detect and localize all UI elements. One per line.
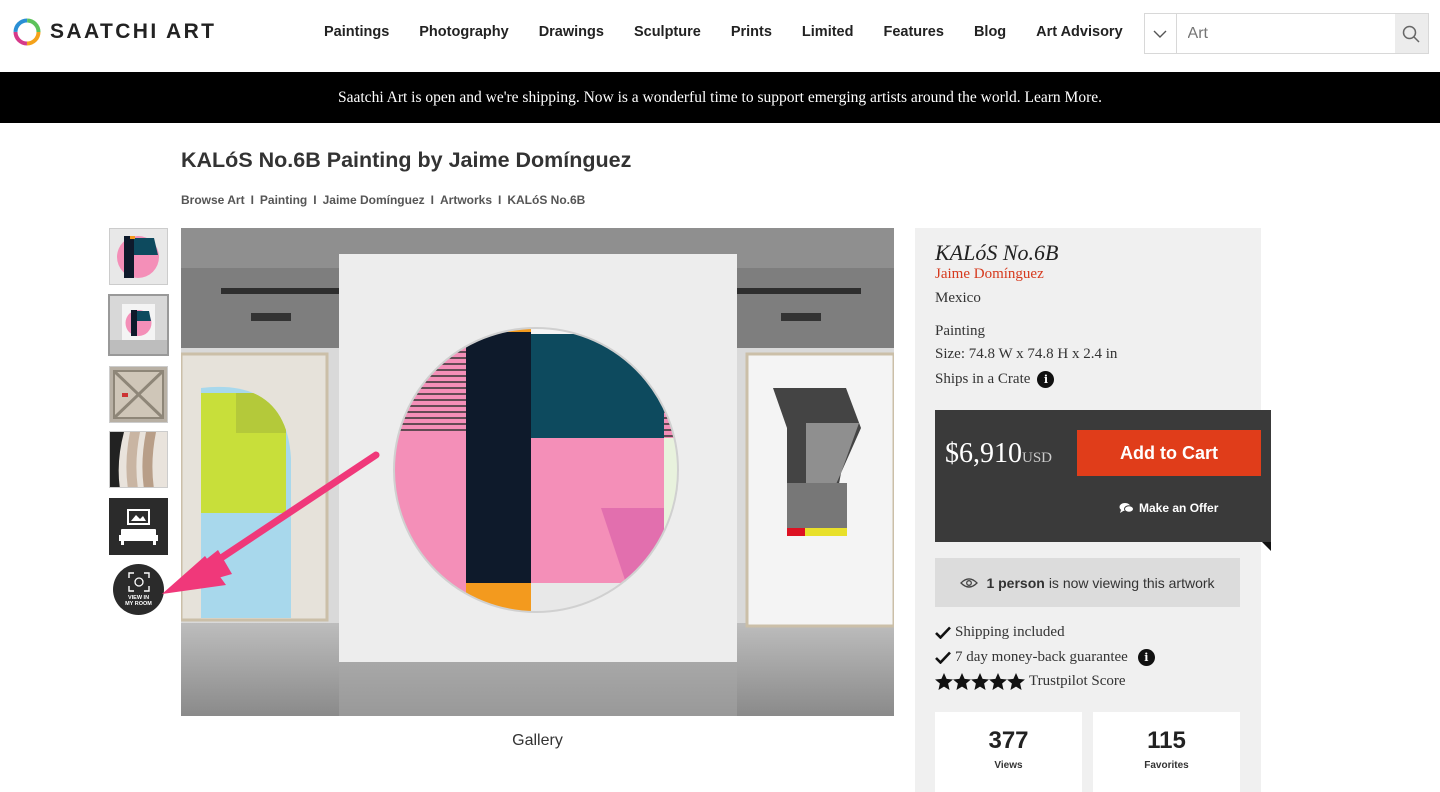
nav-drawings[interactable]: Drawings <box>539 24 604 40</box>
search-button[interactable] <box>1394 14 1428 53</box>
favorites-stat[interactable]: 115 Favorites <box>1093 712 1240 792</box>
price-currency: USD <box>1022 450 1053 466</box>
price-value: $6,910 <box>945 438 1022 469</box>
search-icon <box>1403 25 1420 43</box>
site-header: SAATCHI ART Paintings Photography Drawin… <box>0 0 1440 72</box>
page-title: KALóS No.6B Painting by Jaime Domínguez <box>181 148 632 172</box>
checkmark-icon <box>935 651 951 664</box>
nav-sculpture[interactable]: Sculpture <box>634 24 701 40</box>
breadcrumb-artist[interactable]: Jaime Domínguez <box>323 193 425 207</box>
eye-icon <box>960 577 979 588</box>
nav-features[interactable]: Features <box>883 24 943 40</box>
search-bar <box>1144 13 1429 54</box>
search-input[interactable] <box>1176 14 1395 53</box>
artwork-title: KALóS No.6B <box>935 240 1059 265</box>
star-icon <box>989 673 1007 690</box>
breadcrumb-separator: I <box>430 193 434 207</box>
nav-prints[interactable]: Prints <box>731 24 772 40</box>
thumbnail-gallery[interactable] <box>108 294 169 356</box>
thumbnail-room-view[interactable] <box>109 498 168 555</box>
nav-photography[interactable]: Photography <box>419 24 508 40</box>
breadcrumb-painting[interactable]: Painting <box>260 193 307 207</box>
search-category-dropdown[interactable] <box>1145 14 1177 53</box>
checkmark-icon <box>935 626 951 639</box>
trustpilot-stars <box>935 673 1025 690</box>
logo-text: SAATCHI ART <box>50 20 217 43</box>
thumbnail-crate[interactable] <box>109 366 168 423</box>
artwork-medium: Painting <box>935 323 986 339</box>
views-count: 377 <box>988 727 1029 754</box>
artwork-size: Size: 74.8 W x 74.8 H x 2.4 in <box>935 346 1118 362</box>
viewing-count: 1 person <box>986 574 1045 591</box>
viewing-now-notice: 1 person is now viewing this artwork <box>935 558 1240 607</box>
shipping-method: Ships in a Crate i <box>935 371 1055 388</box>
shipping-method-label: Ships in a Crate <box>935 371 1031 387</box>
view-in-my-room-button[interactable]: VIEW IN MY ROOM <box>113 564 164 615</box>
thumbnail-detail[interactable] <box>109 431 168 488</box>
thumbnail-artwork[interactable] <box>109 228 168 285</box>
viewing-text: is now viewing this artwork <box>1048 574 1215 591</box>
trustpilot-label: Trustpilot Score <box>1029 673 1126 689</box>
thumbnail-gallery-image <box>110 296 167 354</box>
breadcrumb-artworks[interactable]: Artworks <box>440 193 492 207</box>
star-icon <box>953 673 971 690</box>
add-to-cart-button[interactable]: Add to Cart <box>1077 430 1261 476</box>
star-icon <box>971 673 989 690</box>
nav-limited[interactable]: Limited <box>802 24 854 40</box>
thumbnail-artwork-image <box>110 229 167 284</box>
info-icon[interactable]: i <box>1137 649 1155 666</box>
nav-blog[interactable]: Blog <box>974 24 1006 40</box>
make-offer-label: Make an Offer <box>1139 501 1219 515</box>
info-icon[interactable]: i <box>1037 371 1055 388</box>
logo-ring-icon <box>13 18 41 46</box>
feature-guarantee-label: 7 day money-back guarantee <box>955 649 1128 665</box>
feature-guarantee: 7 day money-back guarantee i <box>935 649 1155 666</box>
main-artwork-image[interactable] <box>181 228 894 716</box>
main-nav: Paintings Photography Drawings Sculpture… <box>314 24 1143 40</box>
feature-shipping-label: Shipping included <box>955 624 1065 640</box>
announcement-banner[interactable]: Saatchi Art is open and we're shipping. … <box>0 72 1440 123</box>
expand-frame-icon <box>127 572 150 592</box>
breadcrumb-separator: I <box>313 193 317 207</box>
star-icon <box>935 673 953 690</box>
favorites-label: Favorites <box>1144 760 1189 771</box>
chat-bubbles-icon <box>1119 503 1134 513</box>
feature-trustpilot[interactable]: Trustpilot Score <box>935 673 1126 690</box>
my-room-label: MY ROOM <box>125 601 152 607</box>
purchase-box: $6,910USD Add to Cart Make an Offer <box>935 410 1271 551</box>
nav-art-advisory[interactable]: Art Advisory <box>1036 24 1122 40</box>
star-icon <box>1007 673 1025 690</box>
thumbnail-detail-image <box>110 432 167 487</box>
room-view-icon <box>119 509 158 545</box>
make-offer-button[interactable]: Make an Offer <box>1119 501 1218 515</box>
breadcrumb-browse-art[interactable]: Browse Art <box>181 193 245 207</box>
views-stat: 377 Views <box>935 712 1082 792</box>
favorites-count: 115 <box>1147 727 1186 754</box>
thumbnail-crate-image <box>110 367 167 422</box>
gallery-scene <box>181 228 894 716</box>
logo[interactable]: SAATCHI ART <box>12 17 216 47</box>
feature-shipping-included: Shipping included <box>935 624 1065 641</box>
artist-link[interactable]: Jaime Domínguez <box>935 266 1044 283</box>
image-caption: Gallery <box>512 732 563 749</box>
breadcrumb-separator: I <box>498 193 502 207</box>
breadcrumb-artwork[interactable]: KALóS No.6B <box>507 193 585 207</box>
price: $6,910USD <box>945 438 1052 470</box>
banner-text: Saatchi Art is open and we're shipping. … <box>338 88 1102 106</box>
breadcrumb-separator: I <box>250 193 254 207</box>
artist-country: Mexico <box>935 290 981 306</box>
breadcrumb: Browse Art I Painting I Jaime Domínguez … <box>181 193 585 207</box>
nav-paintings[interactable]: Paintings <box>324 24 389 40</box>
chevron-down-icon <box>1153 30 1167 38</box>
views-label: Views <box>994 760 1023 771</box>
